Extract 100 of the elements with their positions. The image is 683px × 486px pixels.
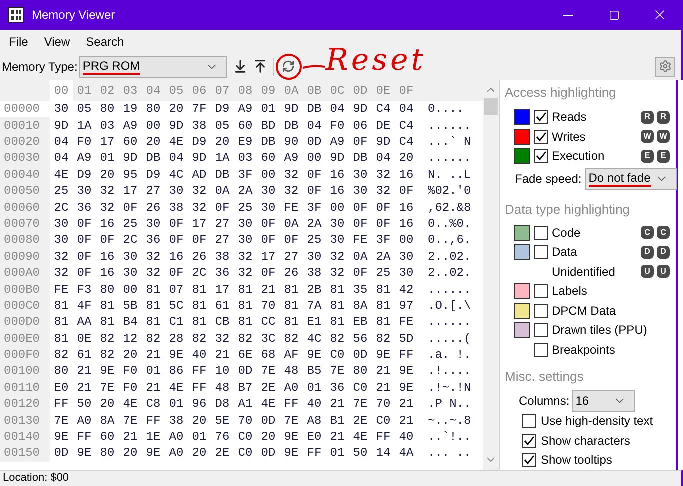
hex-byte: 04 bbox=[53, 134, 70, 151]
checkbox[interactable] bbox=[534, 149, 548, 164]
menu-item[interactable]: Search bbox=[79, 32, 132, 50]
checkbox[interactable] bbox=[522, 414, 536, 428]
checkbox[interactable] bbox=[534, 226, 548, 240]
hex-byte: 82 bbox=[283, 330, 300, 348]
hex-byte: 0E bbox=[76, 330, 93, 348]
hex-byte: 5C bbox=[168, 298, 185, 315]
hex-byte: 25 bbox=[237, 200, 254, 217]
color-swatch[interactable] bbox=[514, 109, 530, 126]
menu-item[interactable]: File bbox=[2, 32, 36, 50]
hex-byte: 76 bbox=[214, 429, 231, 446]
hex-byte: 9E bbox=[99, 363, 116, 380]
hex-byte: 21 bbox=[329, 429, 346, 446]
hex-byte: 01 bbox=[145, 363, 162, 380]
checkbox[interactable] bbox=[534, 323, 548, 338]
hex-byte: D9 bbox=[214, 101, 231, 118]
hex-byte: 50 bbox=[352, 445, 369, 462]
hex-byte: 01 bbox=[168, 396, 185, 414]
shortcut-badge: C bbox=[657, 226, 670, 240]
color-swatch[interactable] bbox=[514, 244, 530, 260]
checkbox[interactable] bbox=[534, 342, 548, 356]
hex-byte: 19 bbox=[122, 101, 139, 118]
menu-item[interactable]: View bbox=[37, 32, 78, 50]
hex-byte: 05 bbox=[76, 101, 93, 118]
hex-byte: F0 bbox=[122, 380, 139, 397]
checkbox[interactable] bbox=[534, 130, 548, 144]
hex-byte: 3F bbox=[237, 166, 254, 184]
memory-type-dropdown[interactable]: PRG ROM bbox=[78, 56, 227, 78]
hex-byte: 7E bbox=[122, 412, 139, 430]
hex-byte: 17 bbox=[214, 282, 231, 298]
hex-byte: 9D bbox=[329, 150, 346, 168]
checkbox[interactable] bbox=[534, 110, 548, 124]
hex-byte: 0F bbox=[168, 265, 185, 282]
hex-byte: 30 bbox=[352, 183, 369, 200]
hex-byte: 32 bbox=[237, 265, 254, 282]
hex-byte: 38 bbox=[214, 248, 231, 266]
hex-byte: 7E bbox=[260, 363, 277, 380]
hex-byte: 7E bbox=[53, 412, 70, 430]
hex-byte: 0F bbox=[168, 216, 185, 233]
hex-byte: 48 bbox=[214, 380, 231, 397]
hex-byte: 20 bbox=[145, 134, 162, 151]
ascii-text: ...` N bbox=[428, 134, 472, 151]
hex-byte: 03 bbox=[99, 118, 116, 135]
hex-byte: 82 bbox=[329, 330, 346, 348]
checkbox[interactable] bbox=[534, 284, 548, 298]
hex-byte: 21 bbox=[76, 380, 93, 397]
hex-byte: 27 bbox=[283, 248, 300, 266]
color-swatch[interactable] bbox=[514, 128, 530, 145]
hex-byte: 0F bbox=[375, 216, 392, 233]
checkbox[interactable] bbox=[522, 453, 536, 468]
row-address: 00100 bbox=[0, 363, 50, 380]
hex-byte: 16 bbox=[99, 216, 116, 233]
shortcut-badge: E bbox=[641, 150, 654, 163]
ascii-text: .P N.. bbox=[428, 396, 472, 414]
hex-byte: 81 bbox=[237, 314, 254, 332]
checkbox[interactable] bbox=[522, 434, 536, 448]
columns-dropdown[interactable]: 16 bbox=[572, 390, 635, 412]
hex-byte: 81 bbox=[191, 298, 208, 315]
hex-byte: 0F bbox=[76, 232, 93, 250]
hex-byte: 27 bbox=[214, 232, 231, 250]
column-header: 00 bbox=[50, 80, 73, 101]
hex-byte: B5 bbox=[306, 363, 323, 380]
hex-byte: 60 bbox=[122, 134, 139, 151]
row-address: 00010 bbox=[0, 117, 50, 134]
hex-byte: 16 bbox=[398, 216, 415, 233]
hex-byte: F0 bbox=[76, 134, 93, 151]
column-header: 0D bbox=[352, 82, 369, 100]
hex-byte: 32 bbox=[237, 248, 254, 266]
hex-byte: 17 bbox=[122, 183, 139, 200]
hex-byte: 25 bbox=[306, 232, 323, 250]
settings-button[interactable] bbox=[655, 56, 675, 76]
hex-byte: C0 bbox=[237, 429, 254, 446]
hex-byte: A8 bbox=[306, 412, 323, 430]
fade-speed-dropdown[interactable]: Do not fade bbox=[584, 168, 677, 190]
hex-byte: 81 bbox=[329, 282, 346, 298]
ascii-text: 0..%0. bbox=[428, 216, 472, 233]
checkbox[interactable] bbox=[534, 304, 548, 318]
scrollbar[interactable] bbox=[483, 80, 499, 470]
checkbox[interactable] bbox=[534, 245, 548, 260]
hex-byte: 81 bbox=[191, 282, 208, 298]
hex-byte: A9 bbox=[122, 118, 139, 135]
hex-byte: FE bbox=[398, 314, 415, 332]
color-swatch[interactable] bbox=[514, 322, 530, 338]
hex-byte: 01 bbox=[191, 429, 208, 446]
color-swatch[interactable] bbox=[514, 224, 530, 241]
color-swatch[interactable] bbox=[514, 148, 530, 164]
hex-byte: 04 bbox=[168, 150, 185, 168]
hex-byte: 30 bbox=[260, 183, 277, 200]
color-swatch[interactable] bbox=[514, 302, 530, 319]
hex-byte: F0 bbox=[122, 363, 139, 380]
scroll-thumb[interactable] bbox=[484, 98, 498, 115]
color-swatch[interactable] bbox=[514, 283, 530, 300]
hex-byte: 9E bbox=[398, 380, 415, 397]
hex-byte: 30 bbox=[260, 200, 277, 217]
hex-byte: 48 bbox=[283, 363, 300, 380]
hex-byte: 5E bbox=[214, 412, 231, 430]
hex-byte: 30 bbox=[53, 216, 70, 233]
hex-byte: AA bbox=[76, 314, 93, 332]
hex-byte: 9E bbox=[283, 429, 300, 446]
